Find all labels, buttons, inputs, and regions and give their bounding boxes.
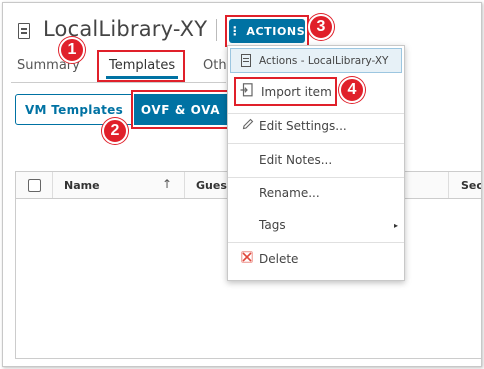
header-divider (216, 19, 217, 41)
sort-ascending-icon[interactable]: ↑ (162, 177, 172, 191)
menu-divider (228, 177, 404, 178)
menu-item-label: Edit Notes... (259, 153, 333, 167)
menu-divider (228, 113, 404, 114)
tab-other[interactable]: Oth (203, 58, 227, 73)
content-library-icon (241, 54, 251, 67)
menu-item-edit-settings[interactable]: Edit Settings... (228, 116, 404, 136)
delete-icon (241, 251, 253, 267)
actions-button[interactable]: ⋮ ACTIONS (229, 19, 305, 43)
menu-item-label: Delete (259, 252, 299, 266)
ovf-ova-button[interactable]: OVF & OVA (134, 94, 227, 125)
menu-item-edit-notes[interactable]: Edit Notes... (228, 150, 404, 170)
column-divider (52, 172, 53, 198)
column-divider[interactable] (448, 172, 449, 198)
import-icon (240, 83, 253, 101)
callout-badge-1: 1 (59, 37, 85, 63)
content-library-icon (18, 23, 30, 39)
column-divider[interactable] (184, 172, 185, 198)
actions-button-label: ACTIONS (246, 24, 306, 38)
menu-item-label: Import item (261, 85, 332, 99)
kebab-icon: ⋮ (228, 24, 242, 38)
menu-header-label: Actions - LocalLibrary-XY (259, 54, 389, 67)
select-all-checkbox[interactable] (28, 179, 41, 192)
menu-item-tags[interactable]: Tags ▸ (228, 215, 404, 235)
active-tab-indicator (106, 76, 178, 79)
callout-badge-2: 2 (102, 118, 128, 144)
vsphere-library-panel: LocalLibrary-XY ⋮ ACTIONS Summary Templa… (2, 2, 482, 367)
actions-menu: Actions - LocalLibrary-XY Import item Ed… (227, 45, 405, 281)
tabs-divider (11, 82, 226, 83)
menu-item-import[interactable]: Import item (228, 82, 404, 102)
column-header-name[interactable]: Name (64, 179, 100, 192)
menu-item-delete[interactable]: Delete (228, 249, 404, 269)
menu-item-rename[interactable]: Rename... (228, 183, 404, 203)
menu-item-label: Edit Settings... (259, 119, 347, 133)
callout-badge-4: 4 (339, 77, 365, 103)
column-header-sec[interactable]: Sec (461, 179, 481, 192)
menu-divider (228, 143, 404, 144)
menu-item-label: Rename... (259, 186, 320, 200)
pencil-icon (242, 118, 254, 134)
callout-badge-3: 3 (308, 14, 334, 40)
menu-header: Actions - LocalLibrary-XY (230, 48, 402, 73)
menu-item-label: Tags (259, 218, 286, 232)
menu-divider (228, 242, 404, 243)
submenu-arrow-icon: ▸ (393, 220, 398, 230)
tab-templates[interactable]: Templates (109, 58, 175, 73)
